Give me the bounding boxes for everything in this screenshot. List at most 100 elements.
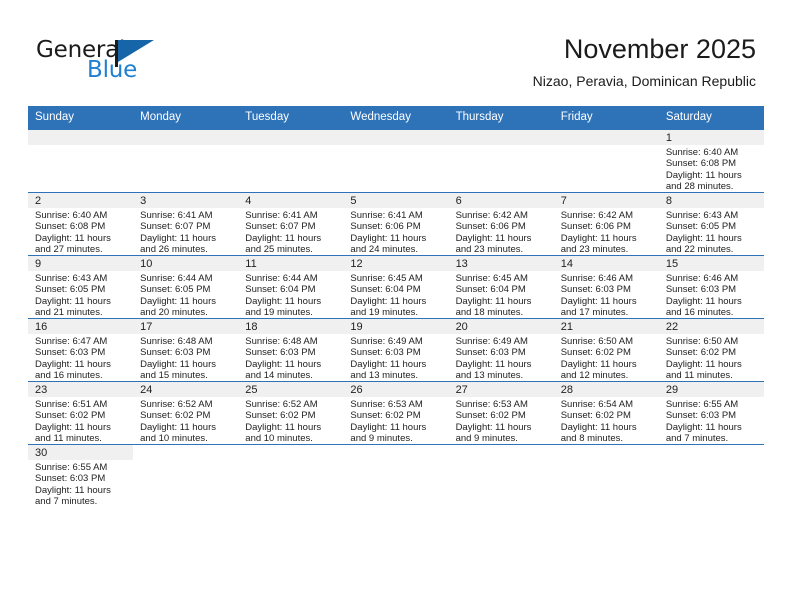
day-details: Sunrise: 6:55 AM Sunset: 6:03 PM Daylight:… — [28, 460, 133, 508]
daylight-line-2: and 22 minutes. — [665, 244, 734, 256]
day-cell-inner: 25 Sunrise: 6:52 AM Sunset: 6:02 PM Dayligh… — [238, 382, 344, 444]
sunset-line: Sunset: 6:08 PM — [35, 221, 106, 233]
daylight-line-1: Daylight: 11 hours — [35, 232, 111, 244]
calendar-empty-cell — [28, 129, 134, 193]
calendar-day-cell[interactable]: 23 Sunrise: 6:51 AM Sunset: 6:02 PM Dayligh… — [28, 381, 134, 445]
daylight-line-1: Daylight: 11 hours — [350, 232, 427, 244]
calendar-day-cell[interactable]: 19 Sunrise: 6:49 AM Sunset: 6:03 PM Dayligh… — [343, 318, 449, 382]
day-cell-inner — [553, 130, 659, 192]
calendar-day-cell[interactable]: 5 Sunrise: 6:41 AM Sunset: 6:06 PM Daylight… — [343, 192, 449, 256]
calendar-day-cell[interactable]: 27 Sunrise: 6:53 AM Sunset: 6:02 PM Dayligh… — [448, 381, 554, 445]
calendar-page: General Blue November 2025 Nizao, Peravi… — [0, 0, 792, 612]
day-cell-inner: 13 Sunrise: 6:45 AM Sunset: 6:04 PM Dayligh… — [448, 256, 554, 318]
sunrise-line: Sunrise: 6:43 AM — [35, 273, 108, 284]
day-number: 9 — [28, 256, 134, 271]
day-cell-inner: 29 Sunrise: 6:55 AM Sunset: 6:03 PM Dayligh… — [658, 382, 764, 445]
sunset-line: Sunset: 6:02 PM — [560, 347, 631, 359]
sunset-line: Sunset: 6:02 PM — [245, 410, 316, 422]
daylight-line-2: and 27 minutes. — [35, 244, 103, 256]
daylight-line-2: and 14 minutes. — [245, 370, 313, 382]
day-number: 25 — [238, 382, 344, 397]
daylight-line-2: and 7 minutes. — [665, 433, 729, 445]
day-cell-inner: 9 Sunrise: 6:43 AM Sunset: 6:05 PM Daylight… — [28, 256, 134, 319]
day-cell-inner — [448, 130, 554, 192]
day-cell-inner — [658, 445, 764, 507]
calendar-day-cell[interactable]: 8 Sunrise: 6:43 AM Sunset: 6:05 PM Daylight… — [658, 192, 764, 256]
calendar-day-cell[interactable]: 30 Sunrise: 6:55 AM Sunset: 6:03 PM Dayligh… — [28, 444, 134, 508]
day-cell-inner: 20 Sunrise: 6:49 AM Sunset: 6:03 PM Dayligh… — [448, 319, 554, 381]
day-details — [659, 460, 764, 462]
daylight-line-1: Daylight: 11 hours — [455, 295, 532, 307]
calendar-day-cell[interactable]: 21 Sunrise: 6:50 AM Sunset: 6:02 PM Dayligh… — [553, 318, 659, 382]
sunrise-line: Sunrise: 6:43 AM — [665, 210, 739, 221]
calendar-day-cell[interactable]: 17 Sunrise: 6:48 AM Sunset: 6:03 PM Dayligh… — [133, 318, 239, 382]
calendar-day-cell[interactable]: 29 Sunrise: 6:55 AM Sunset: 6:03 PM Dayligh… — [658, 381, 764, 445]
day-number: 11 — [238, 256, 344, 271]
sunrise-line: Sunrise: 6:40 AM — [665, 147, 739, 158]
day-number: 24 — [133, 382, 239, 397]
sunset-line: Sunset: 6:03 PM — [665, 284, 737, 296]
day-cell-inner: 2 Sunrise: 6:40 AM Sunset: 6:08 PM Daylight… — [28, 193, 134, 256]
calendar-day-cell[interactable]: 28 Sunrise: 6:54 AM Sunset: 6:02 PM Dayligh… — [553, 381, 659, 445]
daylight-line-1: Daylight: 11 hours — [245, 358, 322, 370]
day-details: Sunrise: 6:42 AM Sunset: 6:06 PM Daylight:… — [554, 208, 659, 256]
day-number: 4 — [238, 193, 344, 208]
day-details: Sunrise: 6:55 AM Sunset: 6:03 PM Daylight:… — [659, 397, 764, 445]
sunrise-line: Sunrise: 6:46 AM — [560, 273, 634, 284]
daylight-line-1: Daylight: 11 hours — [665, 232, 742, 244]
day-number — [238, 130, 344, 145]
calendar-day-cell[interactable]: 13 Sunrise: 6:45 AM Sunset: 6:04 PM Dayligh… — [448, 255, 554, 319]
calendar-day-cell[interactable]: 12 Sunrise: 6:45 AM Sunset: 6:04 PM Dayligh… — [343, 255, 449, 319]
calendar-day-cell[interactable]: 6 Sunrise: 6:42 AM Sunset: 6:06 PM Daylight… — [448, 192, 554, 256]
calendar-day-cell[interactable]: 10 Sunrise: 6:44 AM Sunset: 6:05 PM Dayligh… — [133, 255, 239, 319]
sunset-line: Sunset: 6:04 PM — [350, 284, 421, 296]
daylight-line-2: and 17 minutes. — [560, 307, 629, 319]
day-details — [554, 145, 659, 147]
calendar-day-cell[interactable]: 24 Sunrise: 6:52 AM Sunset: 6:02 PM Dayligh… — [133, 381, 239, 445]
day-cell-inner — [133, 130, 239, 192]
day-cell-inner: 12 Sunrise: 6:45 AM Sunset: 6:04 PM Dayligh… — [343, 256, 449, 318]
day-cell-inner: 17 Sunrise: 6:48 AM Sunset: 6:03 PM Dayligh… — [133, 319, 239, 381]
calendar-day-cell[interactable]: 18 Sunrise: 6:48 AM Sunset: 6:03 PM Dayligh… — [238, 318, 344, 382]
calendar-day-cell[interactable]: 14 Sunrise: 6:46 AM Sunset: 6:03 PM Dayligh… — [553, 255, 659, 319]
calendar-day-cell[interactable]: 25 Sunrise: 6:52 AM Sunset: 6:02 PM Dayligh… — [238, 381, 344, 445]
calendar-day-cell[interactable]: 9 Sunrise: 6:43 AM Sunset: 6:05 PM Daylight… — [28, 255, 134, 319]
day-number: 13 — [448, 256, 554, 271]
calendar-day-cell[interactable]: 11 Sunrise: 6:44 AM Sunset: 6:04 PM Dayligh… — [238, 255, 344, 319]
sunrise-line: Sunrise: 6:54 AM — [560, 399, 634, 410]
day-cell-inner: 15 Sunrise: 6:46 AM Sunset: 6:03 PM Dayligh… — [658, 256, 764, 318]
sunset-line: Sunset: 6:05 PM — [140, 284, 211, 296]
calendar-body: 1 Sunrise: 6:40 AM Sunset: 6:08 PM Daylight… — [28, 129, 764, 508]
calendar-day-cell[interactable]: 26 Sunrise: 6:53 AM Sunset: 6:02 PM Dayligh… — [343, 381, 449, 445]
sunrise-line: Sunrise: 6:49 AM — [350, 336, 423, 347]
sunrise-line: Sunrise: 6:53 AM — [350, 399, 423, 410]
day-details — [449, 460, 554, 462]
daylight-line-1: Daylight: 11 hours — [140, 358, 217, 370]
day-details — [133, 460, 238, 462]
calendar-empty-cell — [658, 444, 764, 507]
calendar-day-cell[interactable]: 22 Sunrise: 6:50 AM Sunset: 6:02 PM Dayligh… — [658, 318, 764, 382]
day-number — [448, 445, 554, 460]
sunrise-line: Sunrise: 6:44 AM — [140, 273, 213, 284]
page-subtitle: Nizao, Peravia, Dominican Republic — [532, 73, 756, 89]
calendar-day-cell[interactable]: 20 Sunrise: 6:49 AM Sunset: 6:03 PM Dayligh… — [448, 318, 554, 382]
sunrise-line: Sunrise: 6:42 AM — [455, 210, 528, 221]
day-cell-inner: 19 Sunrise: 6:49 AM Sunset: 6:03 PM Dayligh… — [343, 319, 449, 381]
calendar-day-cell[interactable]: 3 Sunrise: 6:41 AM Sunset: 6:07 PM Daylight… — [133, 192, 239, 256]
weekday-header-sunday: Sunday — [28, 106, 134, 130]
day-cell-inner — [448, 445, 554, 507]
day-details: Sunrise: 6:41 AM Sunset: 6:07 PM Daylight:… — [133, 208, 238, 256]
day-details: Sunrise: 6:48 AM Sunset: 6:03 PM Daylight:… — [238, 334, 343, 382]
calendar-day-cell[interactable]: 16 Sunrise: 6:47 AM Sunset: 6:03 PM Dayligh… — [28, 318, 134, 382]
calendar-day-cell[interactable]: 4 Sunrise: 6:41 AM Sunset: 6:07 PM Daylight… — [238, 192, 344, 256]
daylight-line-2: and 21 minutes. — [35, 307, 103, 319]
calendar-day-cell[interactable]: 2 Sunrise: 6:40 AM Sunset: 6:08 PM Daylight… — [28, 192, 134, 256]
calendar-day-cell[interactable]: 1 Sunrise: 6:40 AM Sunset: 6:08 PM Daylight… — [658, 129, 764, 193]
calendar-day-cell[interactable]: 15 Sunrise: 6:46 AM Sunset: 6:03 PM Dayligh… — [658, 255, 764, 319]
calendar-day-cell[interactable]: 7 Sunrise: 6:42 AM Sunset: 6:06 PM Daylight… — [553, 192, 659, 256]
day-cell-inner: 1 Sunrise: 6:40 AM Sunset: 6:08 PM Daylight… — [658, 130, 764, 192]
calendar-empty-cell — [238, 129, 344, 193]
daylight-line-2: and 16 minutes. — [35, 370, 103, 382]
weekday-header-wednesday: Wednesday — [343, 106, 449, 130]
day-number — [448, 130, 554, 145]
